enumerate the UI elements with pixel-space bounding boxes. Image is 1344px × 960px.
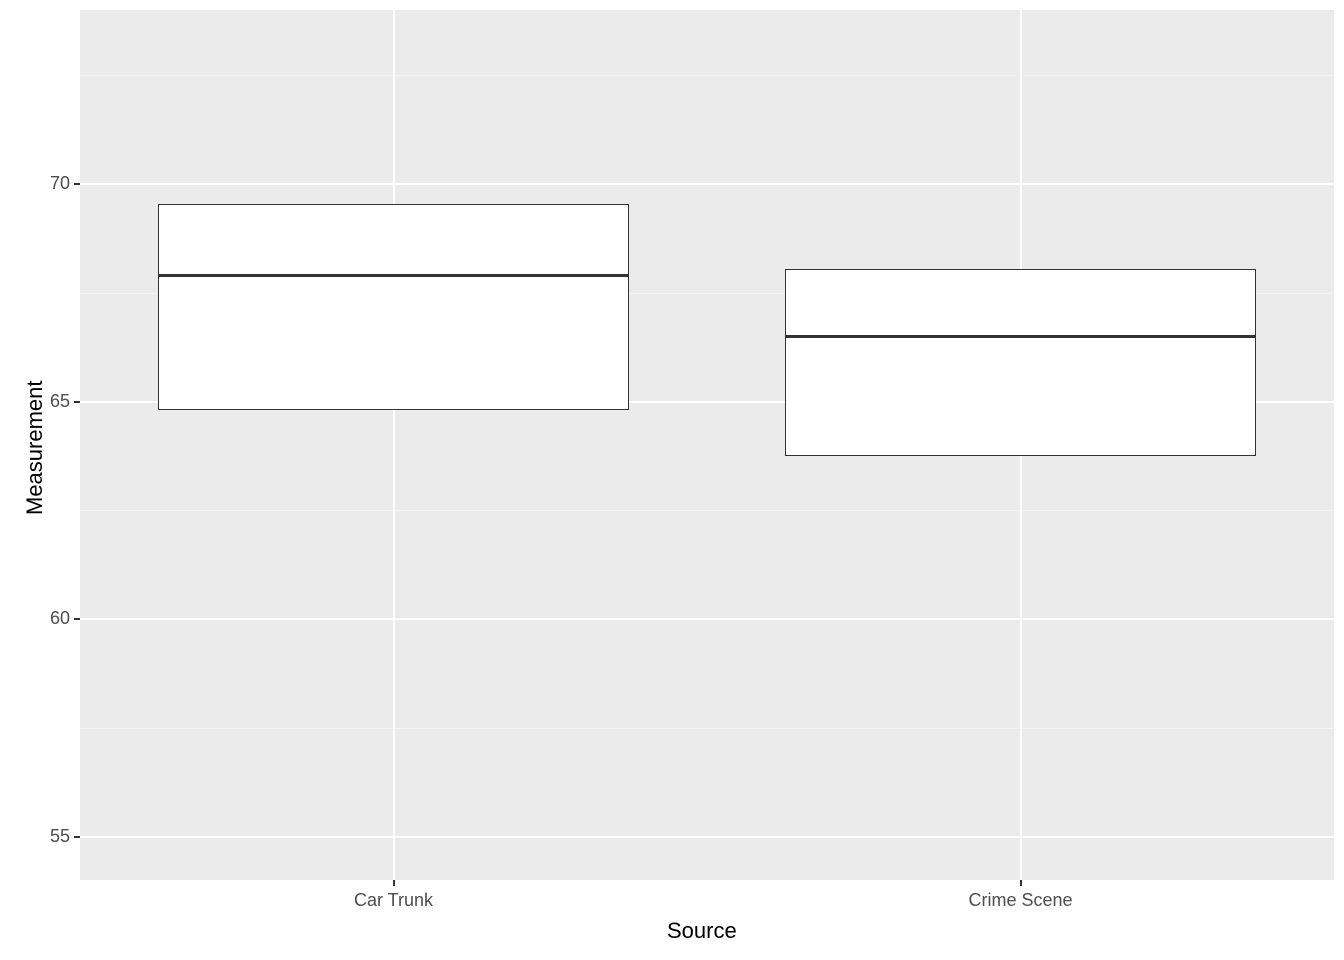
y-tick-mark <box>74 183 80 185</box>
median-1 <box>785 335 1255 338</box>
y-grid-minor <box>80 510 1334 511</box>
y-tick-label: 60 <box>50 608 70 629</box>
y-tick-label: 55 <box>50 826 70 847</box>
y-tick-label: 70 <box>50 173 70 194</box>
y-tick-mark <box>74 401 80 403</box>
x-tick-label: Car Trunk <box>294 890 494 911</box>
y-axis-label: Measurement <box>22 380 48 515</box>
y-grid-minor <box>80 728 1334 729</box>
y-tick-mark <box>74 618 80 620</box>
box-0 <box>158 204 628 411</box>
y-grid-minor <box>80 75 1334 76</box>
y-grid-major <box>80 183 1334 185</box>
x-tick-label: Crime Scene <box>921 890 1121 911</box>
y-tick-label: 65 <box>50 391 70 412</box>
y-grid-major <box>80 836 1334 838</box>
median-0 <box>158 274 628 277</box>
boxplot-chart: 55 60 65 70 Car Trunk Crime Scene Measurement… <box>0 0 1344 960</box>
box-1 <box>785 269 1255 456</box>
x-tick-mark <box>1020 880 1022 886</box>
x-tick-mark <box>393 880 395 886</box>
x-grid-major <box>393 10 395 880</box>
y-grid-major <box>80 618 1334 620</box>
x-axis-label: Source <box>667 918 737 944</box>
y-tick-mark <box>74 836 80 838</box>
